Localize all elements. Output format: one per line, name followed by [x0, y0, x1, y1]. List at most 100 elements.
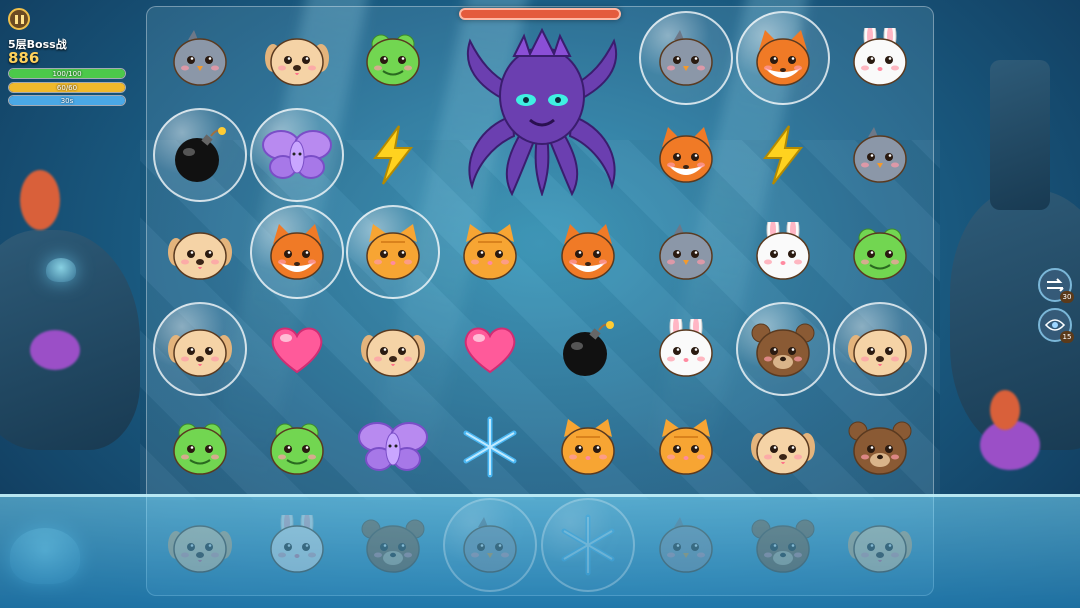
fox-icon: [751, 28, 815, 88]
lightning-tile[interactable]: [352, 114, 434, 196]
chick-tile[interactable]: [639, 11, 733, 105]
puppy-tile[interactable]: [256, 17, 338, 99]
timer-bar: 30s: [8, 95, 126, 106]
swap-tool-count: 30: [1060, 291, 1074, 303]
boss-health-bar: [459, 8, 621, 20]
swap-arrows-icon: [1047, 278, 1064, 292]
pause-button[interactable]: [8, 8, 30, 30]
bunny-tile[interactable]: [839, 17, 921, 99]
bomb-tile[interactable]: [153, 108, 247, 202]
chick-icon: [458, 515, 522, 575]
bunny-tile[interactable]: [256, 504, 338, 586]
frog-tile[interactable]: [352, 17, 434, 99]
score-value: 886: [8, 49, 40, 67]
octopus-boss: [452, 26, 632, 198]
fox-icon: [265, 222, 329, 282]
bear-icon: [848, 417, 912, 477]
health-bar: 100/100: [8, 68, 126, 79]
chick-tile[interactable]: [645, 504, 727, 586]
energy-bar-label: 60/60: [56, 84, 78, 92]
health-bar-label: 100/100: [52, 70, 82, 78]
heart-icon: [461, 322, 519, 376]
chick-icon: [848, 125, 912, 185]
heart-icon: [268, 322, 326, 376]
coral: [20, 170, 60, 230]
snowflake-tile[interactable]: [541, 498, 635, 592]
puppy-tile[interactable]: [839, 504, 921, 586]
chick-tile[interactable]: [645, 211, 727, 293]
puppy-tile[interactable]: [742, 406, 824, 488]
puppy-icon: [168, 319, 232, 379]
cat-icon: [556, 417, 620, 477]
bear-tile[interactable]: [352, 504, 434, 586]
fox-icon: [556, 222, 620, 282]
reveal-tool-button[interactable]: 15: [1038, 308, 1074, 343]
butterfly-tile[interactable]: [250, 108, 344, 202]
bunny-icon: [654, 319, 718, 379]
cat-tile[interactable]: [449, 211, 531, 293]
puppy-tile[interactable]: [352, 308, 434, 390]
chick-icon: [168, 28, 232, 88]
ruin-pillar: [990, 60, 1050, 210]
butterfly-tile[interactable]: [352, 406, 434, 488]
puppy-icon: [751, 417, 815, 477]
bomb-tile[interactable]: [547, 308, 629, 390]
chick-icon: [654, 28, 718, 88]
fox-tile[interactable]: [547, 211, 629, 293]
energy-bar: 60/60: [8, 82, 126, 93]
cat-tile[interactable]: [346, 205, 440, 299]
frog-icon: [361, 28, 425, 88]
bear-tile[interactable]: [839, 406, 921, 488]
timer-bar-label: 30s: [60, 97, 74, 105]
bunny-icon: [751, 222, 815, 282]
coral: [990, 390, 1020, 430]
puppy-tile[interactable]: [153, 302, 247, 396]
bear-tile[interactable]: [742, 504, 824, 586]
butterfly-icon: [261, 127, 333, 183]
cat-icon: [361, 222, 425, 282]
cat-tile[interactable]: [645, 406, 727, 488]
fox-tile[interactable]: [250, 205, 344, 299]
frog-icon: [265, 417, 329, 477]
snowflake-icon: [458, 415, 522, 479]
lightning-icon: [761, 124, 805, 186]
heart-tile[interactable]: [449, 308, 531, 390]
lightning-tile[interactable]: [742, 114, 824, 196]
jellyfish: [46, 258, 76, 282]
chick-tile[interactable]: [159, 17, 241, 99]
cat-icon: [654, 417, 718, 477]
reveal-tool-count: 15: [1060, 331, 1074, 343]
bunny-tile[interactable]: [742, 211, 824, 293]
bunny-icon: [265, 515, 329, 575]
cat-tile[interactable]: [547, 406, 629, 488]
fox-tile[interactable]: [645, 114, 727, 196]
bunny-tile[interactable]: [645, 308, 727, 390]
chick-icon: [654, 515, 718, 575]
puppy-icon: [168, 222, 232, 282]
frog-icon: [168, 417, 232, 477]
chick-tile[interactable]: [839, 114, 921, 196]
frog-tile[interactable]: [159, 406, 241, 488]
puppy-icon: [848, 319, 912, 379]
bunny-icon: [848, 28, 912, 88]
butterfly-icon: [357, 419, 429, 475]
chick-tile[interactable]: [443, 498, 537, 592]
bear-tile[interactable]: [736, 302, 830, 396]
puppy-tile[interactable]: [833, 302, 927, 396]
bomb-icon: [169, 124, 231, 186]
heart-tile[interactable]: [256, 308, 338, 390]
pause-icon: [14, 14, 18, 24]
puppy-tile[interactable]: [159, 211, 241, 293]
frog-icon: [848, 222, 912, 282]
puppy-tile[interactable]: [159, 504, 241, 586]
snowflake-tile[interactable]: [449, 406, 531, 488]
frog-tile[interactable]: [256, 406, 338, 488]
swap-tool-button[interactable]: 30: [1038, 268, 1074, 303]
bear-icon: [751, 515, 815, 575]
fox-icon: [654, 125, 718, 185]
bear-icon: [751, 319, 815, 379]
fox-tile[interactable]: [736, 11, 830, 105]
frog-tile[interactable]: [839, 211, 921, 293]
chick-icon: [654, 222, 718, 282]
eye-icon: [1045, 319, 1065, 331]
